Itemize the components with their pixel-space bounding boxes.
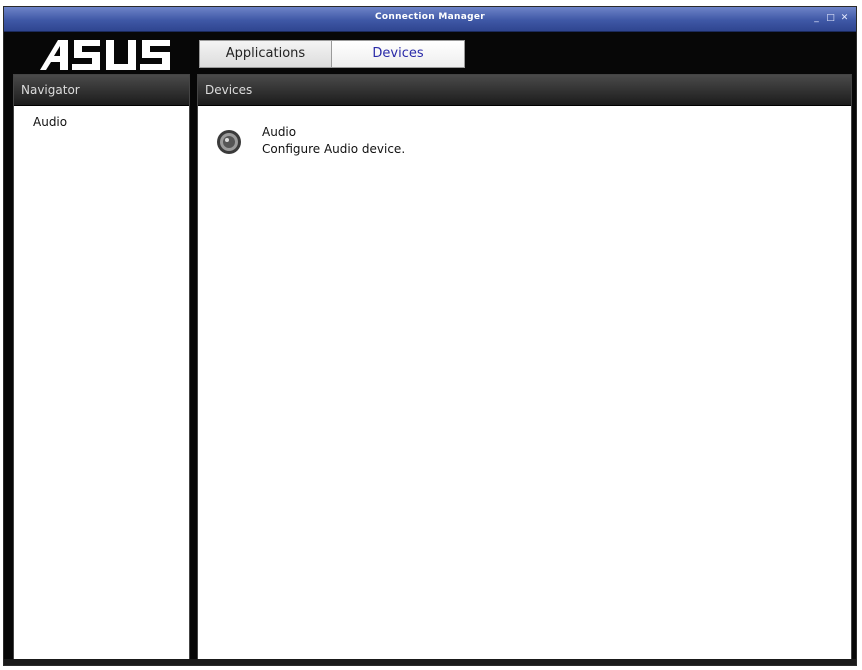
close-button[interactable]: ✕: [839, 13, 850, 24]
connection-manager-window: Connection Manager _ □ ✕ Applications De…: [3, 6, 857, 666]
tab-devices[interactable]: Devices: [332, 40, 465, 68]
window-bottom-border: [4, 659, 856, 665]
minimize-button[interactable]: _: [811, 13, 822, 24]
navigator-panel: Navigator Audio: [13, 74, 190, 660]
devices-panel: Devices Audio Configure Audio device.: [197, 74, 852, 660]
devices-header: Devices: [198, 75, 851, 106]
window-controls: _ □ ✕: [811, 11, 850, 25]
device-description: Configure Audio device.: [262, 142, 406, 156]
device-item-audio[interactable]: Audio Configure Audio device.: [212, 125, 492, 165]
speaker-icon: [216, 129, 242, 155]
asus-logo: [38, 38, 172, 72]
maximize-button[interactable]: □: [825, 13, 836, 24]
tab-applications[interactable]: Applications: [199, 40, 332, 68]
title-bar[interactable]: Connection Manager _ □ ✕: [4, 7, 856, 32]
navigator-header: Navigator: [14, 75, 189, 106]
main-tabs: Applications Devices: [199, 40, 465, 68]
window-title: Connection Manager: [374, 12, 486, 22]
device-name: Audio: [262, 125, 297, 139]
navigator-item-audio[interactable]: Audio: [33, 113, 67, 131]
